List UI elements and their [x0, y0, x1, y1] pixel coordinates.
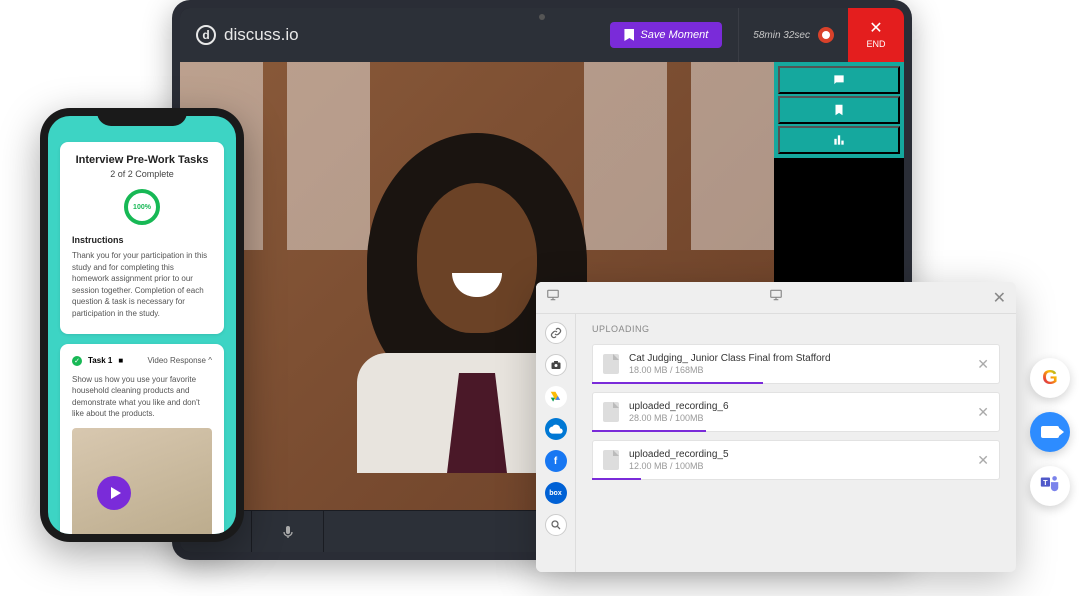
bookmark-tab[interactable] [778, 96, 900, 124]
mic-toggle-button[interactable] [252, 511, 324, 552]
instructions-body: Thank you for your participation in this… [72, 250, 212, 320]
camera-source-icon[interactable] [545, 354, 567, 376]
cancel-upload-button[interactable]: ✕ [977, 356, 989, 373]
upload-source-sidebar: f box [536, 282, 576, 572]
onedrive-icon[interactable] [545, 418, 567, 440]
search-source-icon[interactable] [545, 514, 567, 536]
file-name: Cat Judging_ Junior Class Final from Sta… [629, 353, 967, 364]
end-label: END [866, 39, 885, 49]
prework-title: Interview Pre-Work Tasks [72, 154, 212, 166]
brand-name: discuss.io [224, 25, 299, 45]
svg-text:T: T [1043, 478, 1048, 487]
task-type: Video Response ^ [147, 356, 212, 365]
upload-heading: UPLOADING [592, 324, 1000, 334]
save-moment-label: Save Moment [640, 29, 708, 41]
camera-small-icon: ■ [118, 356, 123, 365]
end-call-button[interactable]: ✕ END [848, 8, 904, 62]
link-source-icon[interactable] [545, 322, 567, 344]
recording-icon [818, 27, 834, 43]
chat-tab[interactable] [778, 66, 900, 94]
progress-text: 2 of 2 Complete [72, 169, 212, 179]
upload-close-button[interactable]: ✕ [993, 288, 1006, 308]
task-label: Task 1 [88, 356, 112, 365]
upload-list: Cat Judging_ Junior Class Final from Sta… [592, 344, 1000, 480]
file-name: uploaded_recording_5 [629, 449, 967, 460]
upload-row: uploaded_recording_5 12.00 MB / 100MB ✕ [592, 440, 1000, 480]
phone-screen: Interview Pre-Work Tasks 2 of 2 Complete… [48, 116, 236, 534]
google-integration-icon[interactable]: G [1030, 358, 1070, 398]
google-drive-icon[interactable] [545, 386, 567, 408]
task-body: Show us how you use your favorite househ… [72, 374, 212, 420]
file-size: 28.00 MB / 100MB [629, 413, 967, 423]
teams-integration-icon[interactable]: T [1030, 466, 1070, 506]
upload-dialog: ✕ f box UPLOADING Cat Judging_ Junior Cl… [536, 282, 1016, 572]
cancel-upload-button[interactable]: ✕ [977, 452, 989, 469]
brand-logo-icon: d [196, 25, 216, 45]
monitor-icon-2 [769, 288, 783, 307]
phone-notch [97, 108, 187, 126]
file-icon [603, 402, 619, 422]
prework-header-card: Interview Pre-Work Tasks 2 of 2 Complete… [60, 142, 224, 334]
upload-progress-bar [592, 430, 706, 432]
play-icon [111, 487, 121, 499]
chevron-up-icon: ^ [208, 356, 212, 365]
phone-frame: Interview Pre-Work Tasks 2 of 2 Complete… [40, 108, 244, 542]
file-icon [603, 354, 619, 374]
side-tabs [774, 62, 904, 158]
facebook-icon[interactable]: f [545, 450, 567, 472]
timer-text: 58min 32sec [753, 30, 810, 41]
integration-icons: G T [1030, 358, 1070, 506]
check-icon: ✓ [72, 356, 82, 366]
upload-main: UPLOADING Cat Judging_ Junior Class Fina… [576, 282, 1016, 572]
monitor-icon [546, 288, 560, 307]
save-moment-button[interactable]: Save Moment [610, 22, 722, 48]
file-size: 12.00 MB / 100MB [629, 461, 967, 471]
task-card[interactable]: ✓ Task 1 ■ Video Response ^ Show us how … [60, 344, 224, 534]
upload-row: uploaded_recording_6 28.00 MB / 100MB ✕ [592, 392, 1000, 432]
upload-progress-bar [592, 478, 641, 480]
task-video-thumb[interactable] [72, 428, 212, 534]
close-icon: ✕ [869, 21, 882, 37]
session-timer: 58min 32sec [738, 8, 848, 62]
upload-titlebar: ✕ [536, 282, 1016, 314]
file-name: uploaded_recording_6 [629, 401, 967, 412]
file-size: 18.00 MB / 168MB [629, 365, 967, 375]
laptop-camera-dot [539, 14, 545, 20]
zoom-integration-icon[interactable] [1030, 412, 1070, 452]
upload-progress-bar [592, 382, 763, 384]
upload-row: Cat Judging_ Junior Class Final from Sta… [592, 344, 1000, 384]
box-icon[interactable]: box [545, 482, 567, 504]
brand: d discuss.io [196, 25, 299, 45]
poll-tab[interactable] [778, 126, 900, 154]
cancel-upload-button[interactable]: ✕ [977, 404, 989, 421]
bookmark-icon [624, 29, 634, 41]
file-icon [603, 450, 619, 470]
play-button[interactable] [97, 476, 131, 510]
progress-ring: 100% [124, 189, 160, 225]
instructions-heading: Instructions [72, 235, 212, 245]
